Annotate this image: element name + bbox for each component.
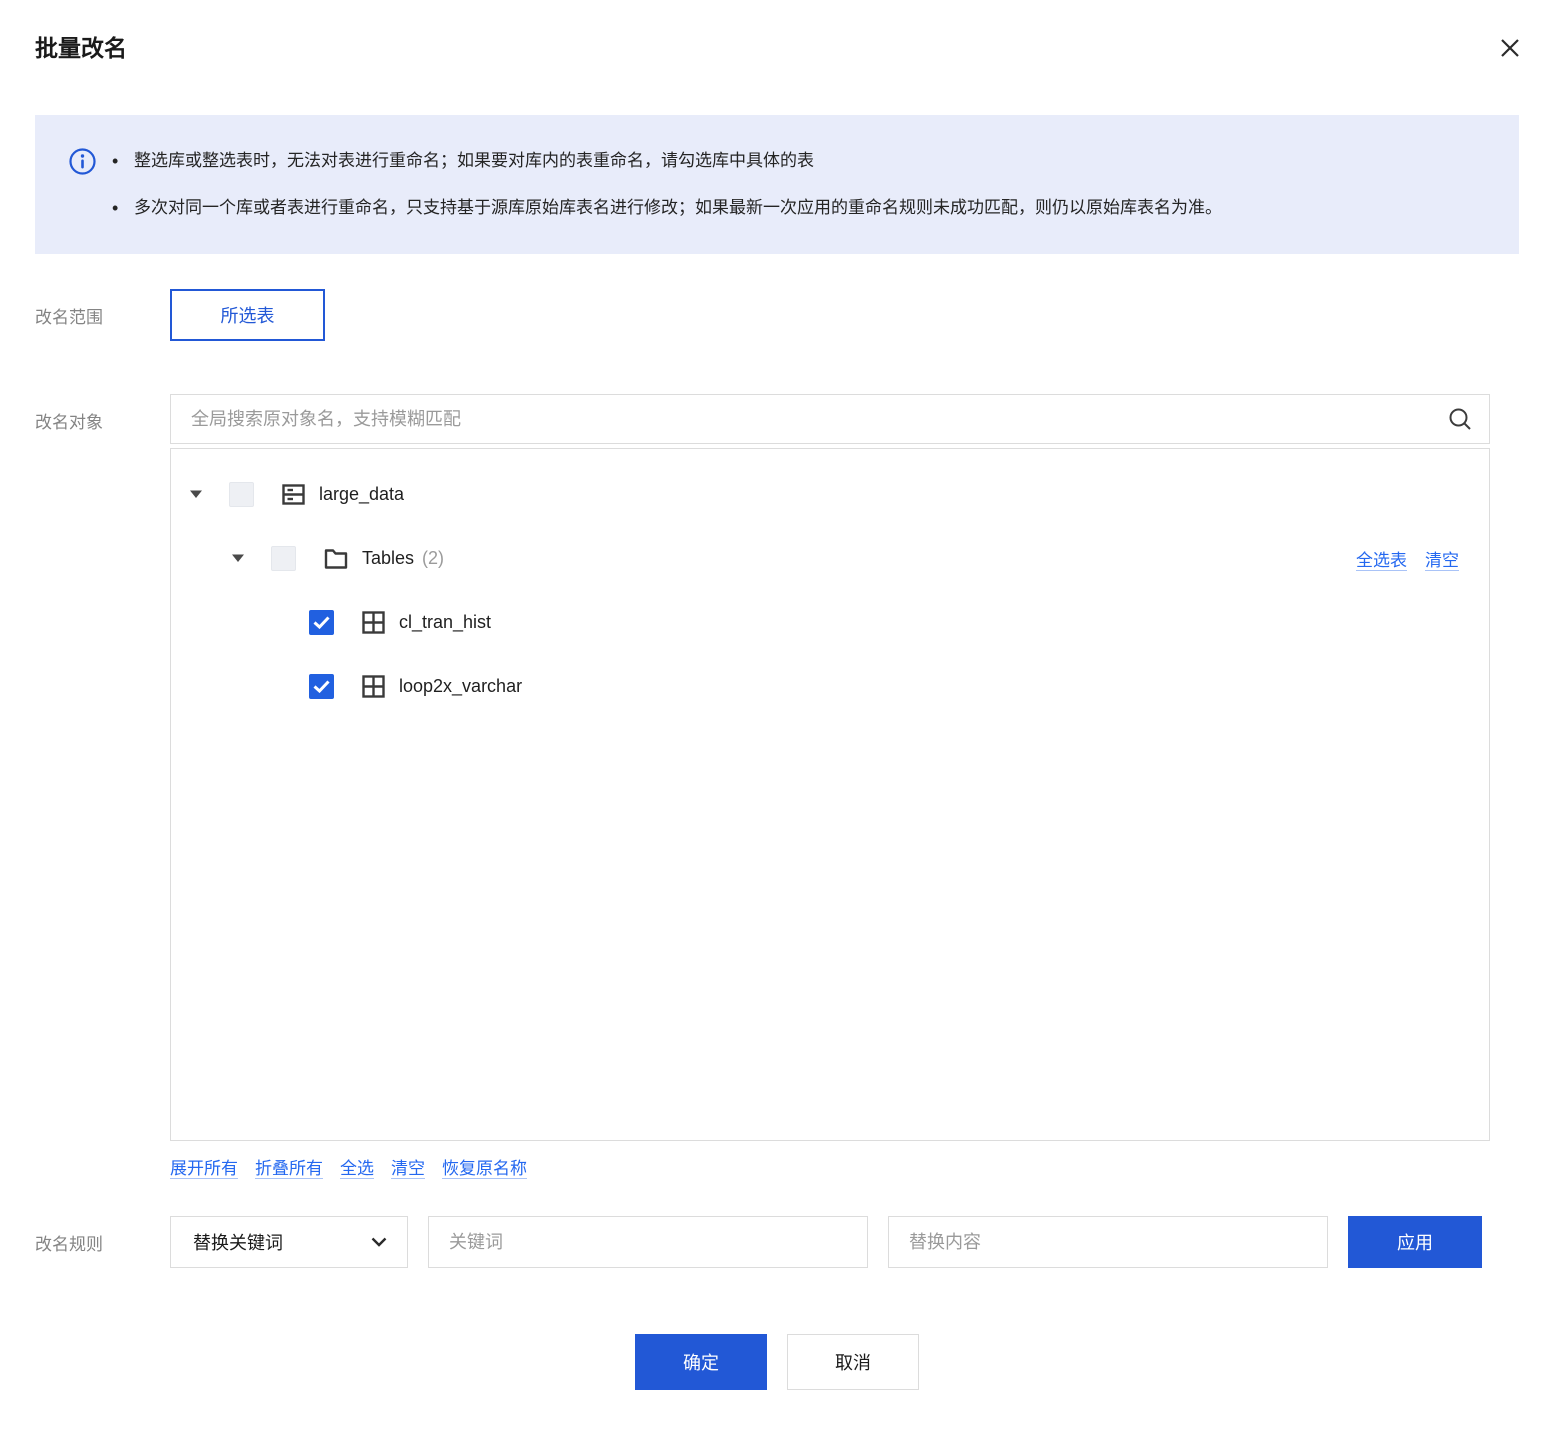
database-checkbox[interactable] <box>229 481 254 507</box>
rename-rule-label: 改名规则 <box>35 1234 103 1254</box>
rename-objects-row: 改名对象 全局搜索原对象名，支持模糊匹配 large_data Tables (… <box>0 394 1554 1179</box>
tree-actions-bar: 展开所有 折叠所有 全选 清空 恢复原名称 <box>170 1154 1490 1179</box>
selected-tables-toggle[interactable]: 所选表 <box>170 289 325 341</box>
object-search-input[interactable] <box>191 408 1447 430</box>
clear-link[interactable]: 清空 <box>391 1154 425 1179</box>
folder-icon <box>324 547 348 569</box>
tables-group-checkbox[interactable] <box>271 545 296 571</box>
object-tree: large_data Tables (2) 全选表 清空 cl_tran_his… <box>170 448 1490 1141</box>
caret-down-icon[interactable] <box>231 553 245 563</box>
rename-objects-panel: large_data Tables (2) <box>170 394 1490 1179</box>
table-name: loop2x_varchar <box>399 675 523 696</box>
tables-count: (2) <box>422 547 445 568</box>
rule-type-value: 替换关键词 <box>193 1233 283 1253</box>
caret-down-icon[interactable] <box>189 489 203 499</box>
banner-bullet-1: 整选库或整选表时，无法对表进行重命名；如果要对库内的表重命名，请勾选库中具体的表 <box>110 142 1222 180</box>
info-banner: 整选库或整选表时，无法对表进行重命名；如果要对库内的表重命名，请勾选库中具体的表… <box>35 115 1519 254</box>
restore-names-link[interactable]: 恢复原名称 <box>442 1154 527 1179</box>
tree-row-database: large_data <box>171 462 1489 526</box>
tree-row-tables-group: Tables (2) 全选表 清空 <box>171 526 1489 590</box>
keyword-input[interactable] <box>428 1216 868 1268</box>
clear-tables-link[interactable]: 清空 <box>1425 546 1459 571</box>
replacement-input[interactable] <box>888 1216 1328 1268</box>
rule-type-select[interactable]: 替换关键词 <box>170 1216 408 1268</box>
chevron-down-icon <box>371 1237 387 1247</box>
table-icon <box>362 674 385 698</box>
collapse-all-link[interactable]: 折叠所有 <box>255 1154 323 1179</box>
object-search-box <box>170 394 1490 444</box>
tree-row-table: loop2x_varchar <box>171 654 1489 718</box>
apply-button[interactable]: 应用 <box>1348 1216 1482 1268</box>
rename-scope-label: 改名范围 <box>35 307 103 327</box>
database-name: large_data <box>319 483 405 504</box>
database-icon <box>282 483 305 506</box>
tables-group-label: Tables <box>362 547 415 568</box>
table-checkbox-checked[interactable] <box>309 609 334 635</box>
tables-group-actions: 全选表 清空 <box>1356 546 1459 571</box>
dialog-footer: 确定 取消 <box>0 1334 1554 1390</box>
dialog-title: 批量改名 <box>35 35 127 61</box>
rename-scope-row: 改名范围 所选表 <box>0 289 1554 341</box>
info-icon <box>69 148 96 180</box>
table-icon <box>362 610 385 634</box>
close-icon <box>1498 36 1522 60</box>
select-all-tables-link[interactable]: 全选表 <box>1356 546 1407 571</box>
banner-text: 整选库或整选表时，无法对表进行重命名；如果要对库内的表重命名，请勾选库中具体的表… <box>110 142 1222 227</box>
cancel-button[interactable]: 取消 <box>787 1334 919 1390</box>
table-checkbox-checked[interactable] <box>309 673 334 699</box>
dialog-header: 批量改名 <box>0 0 1554 63</box>
search-icon[interactable] <box>1447 406 1473 432</box>
rename-objects-label: 改名对象 <box>35 413 103 432</box>
batch-rename-dialog: 批量改名 整选库或整选表时，无法对表进行重命名；如果要对库内的表重命名，请勾选库… <box>0 0 1554 1450</box>
confirm-button[interactable]: 确定 <box>635 1334 767 1390</box>
tree-row-table: cl_tran_hist <box>171 590 1489 654</box>
select-all-link[interactable]: 全选 <box>340 1154 374 1179</box>
table-name: cl_tran_hist <box>399 611 492 632</box>
banner-bullet-2: 多次对同一个库或者表进行重命名，只支持基于源库原始库表名进行修改；如果最新一次应… <box>110 189 1222 227</box>
close-button[interactable] <box>1492 30 1528 66</box>
rename-rule-row: 改名规则 替换关键词 应用 <box>0 1216 1554 1268</box>
expand-all-link[interactable]: 展开所有 <box>170 1154 238 1179</box>
